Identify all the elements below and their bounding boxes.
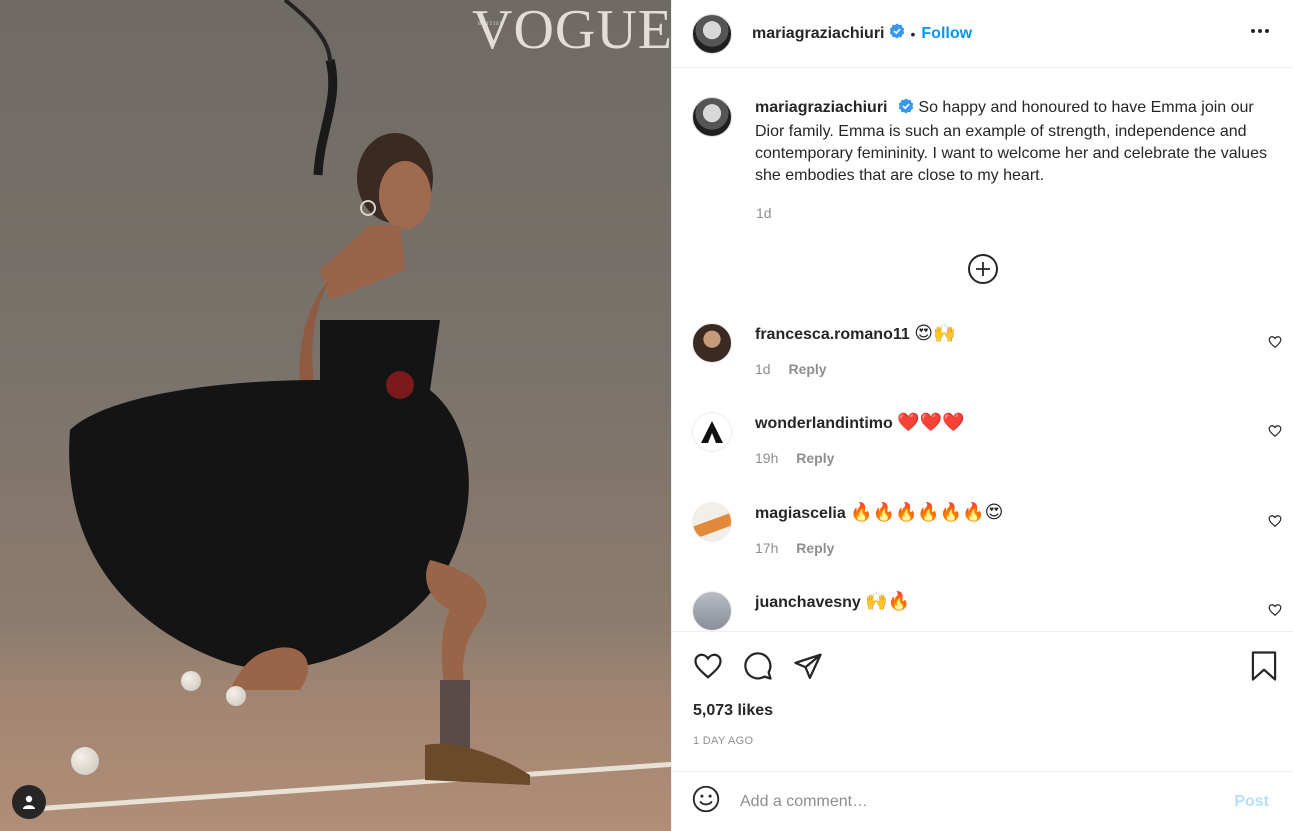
comment-text: 😍🙌 [914, 323, 956, 344]
instagram-post: VOGUE BRITISH mariagraziachiuri • Follow… [0, 0, 1293, 831]
follow-button[interactable]: Follow [921, 25, 972, 43]
save-bookmark-icon[interactable] [1249, 650, 1279, 687]
post-timestamp[interactable]: 1 DAY AGO [693, 735, 753, 747]
comment-text: 🔥🔥🔥🔥🔥🔥😍 [850, 502, 1004, 523]
reply-button[interactable]: Reply [796, 450, 834, 466]
comment-text: ❤️❤️❤️ [897, 412, 965, 433]
commenter-avatar[interactable] [692, 323, 732, 363]
add-comment-bar: Add a comment… Post [672, 771, 1293, 831]
verified-badge-icon [898, 98, 914, 121]
comment-input[interactable]: Add a comment… [740, 793, 1234, 811]
reply-button[interactable]: Reply [788, 361, 826, 377]
tennis-ball [71, 747, 99, 775]
commenter-avatar[interactable] [692, 502, 732, 542]
post-comment-button[interactable]: Post [1234, 793, 1269, 811]
likes-count[interactable]: 5,073 likes [693, 702, 773, 720]
like-comment-heart-icon[interactable] [1268, 335, 1282, 354]
more-options-icon[interactable] [1249, 20, 1271, 42]
comment-bubble-icon[interactable] [742, 650, 774, 682]
tagged-users-button[interactable] [12, 785, 46, 819]
commenter-username[interactable]: magiascelia [755, 505, 846, 522]
commenter-username[interactable]: francesca.romano11 [755, 326, 910, 343]
commenter-avatar[interactable] [692, 591, 732, 631]
author-avatar[interactable] [692, 13, 732, 54]
author-username[interactable]: mariagraziachiuri [752, 25, 885, 43]
verified-badge-icon [889, 23, 905, 44]
header-separator: • [910, 25, 916, 42]
like-heart-icon[interactable] [692, 650, 724, 682]
post-header: mariagraziachiuri • Follow [672, 0, 1293, 68]
comment-item: wonderlandintimo ❤️❤️❤️ 19h Reply [692, 412, 1282, 482]
emoji-smiley-icon[interactable] [692, 785, 720, 818]
caption-username[interactable]: mariagraziachiuri [755, 99, 888, 116]
like-comment-heart-icon[interactable] [1268, 424, 1282, 443]
commenter-username[interactable]: juanchavesny [755, 594, 861, 611]
commenter-username[interactable]: wonderlandintimo [755, 415, 893, 432]
comment-item: magiascelia 🔥🔥🔥🔥🔥🔥😍 17h Reply [692, 502, 1282, 572]
post-caption: mariagraziachiuri So happy and honoured … [692, 97, 1272, 187]
like-comment-heart-icon[interactable] [1268, 603, 1282, 622]
tennis-ball [181, 671, 201, 691]
reply-button[interactable]: Reply [796, 540, 834, 556]
caption-time[interactable]: 1d [756, 205, 772, 221]
post-actions: 5,073 likes 1 DAY AGO [672, 631, 1293, 771]
post-side-panel: mariagraziachiuri • Follow mariagraziach… [671, 0, 1293, 831]
comments-scroll-area[interactable]: mariagraziachiuri So happy and honoured … [672, 69, 1293, 631]
user-icon [23, 795, 35, 809]
caption-author-avatar[interactable] [692, 97, 732, 137]
model-figure [69, 0, 530, 785]
load-more-comments-button[interactable] [968, 254, 998, 284]
comment-time[interactable]: 19h [755, 450, 778, 466]
commenter-avatar[interactable] [692, 412, 732, 452]
comment-time[interactable]: 1d [755, 361, 771, 377]
comment-item: juanchavesny 🙌🔥 [692, 591, 1282, 631]
comment-text: 🙌🔥 [865, 591, 911, 612]
plus-icon [976, 262, 990, 276]
comment-item: francesca.romano11 😍🙌 1d Reply [692, 323, 1282, 393]
post-photo[interactable]: VOGUE BRITISH [0, 0, 671, 831]
comment-time[interactable]: 17h [755, 540, 778, 556]
like-comment-heart-icon[interactable] [1268, 514, 1282, 533]
share-paper-plane-icon[interactable] [792, 650, 824, 682]
tennis-ball [226, 686, 246, 706]
